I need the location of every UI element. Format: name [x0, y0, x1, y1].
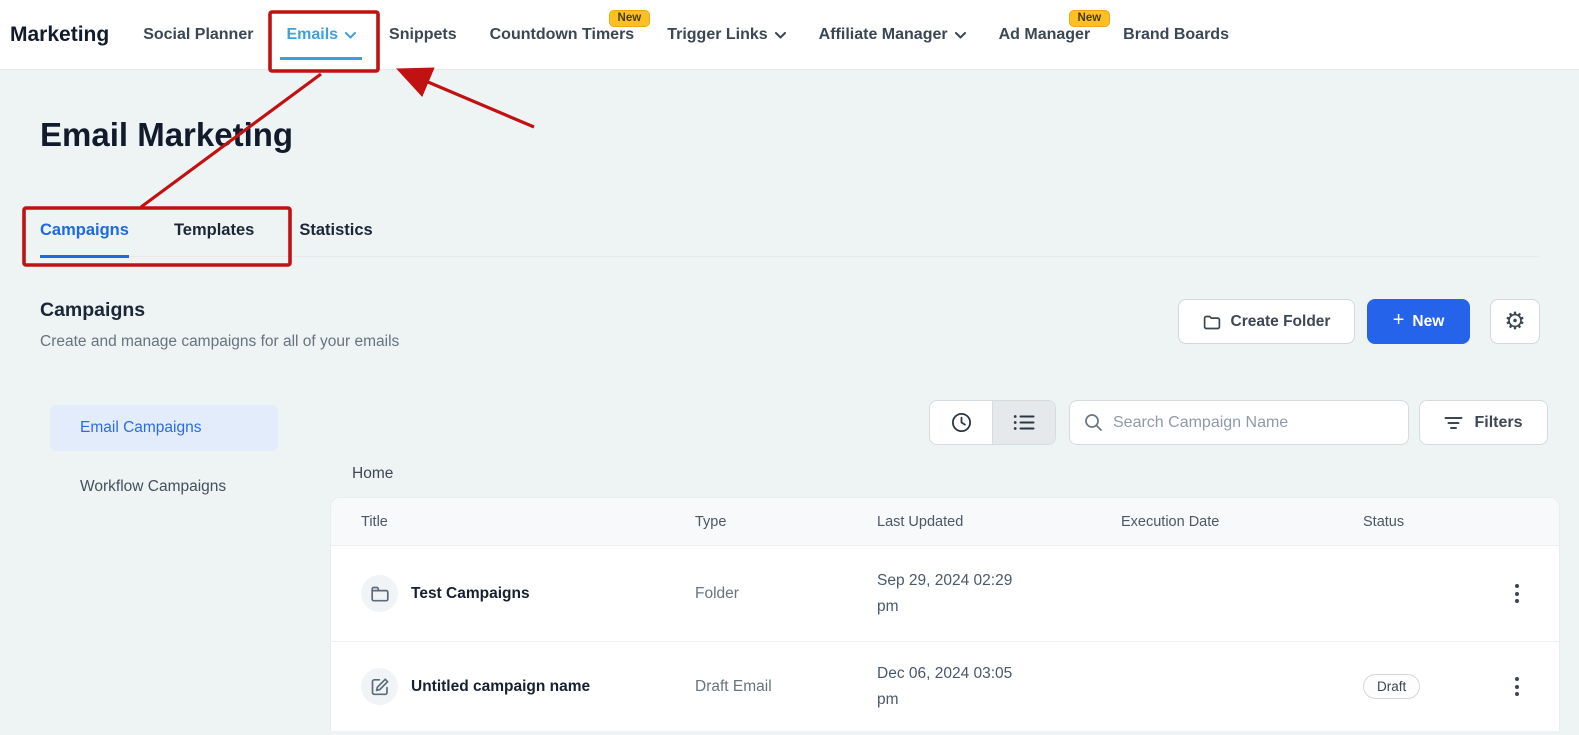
nav-label: Trigger Links	[667, 26, 767, 44]
new-badge: New	[609, 10, 651, 27]
nav-item-trigger-links[interactable]: Trigger Links	[667, 26, 785, 44]
nav-item-brand-boards[interactable]: Brand Boards	[1123, 26, 1229, 44]
status-badge: Draft	[1363, 674, 1420, 699]
clock-view-button[interactable]	[930, 401, 992, 444]
nav-item-snippets[interactable]: Snippets	[389, 26, 457, 44]
new-badge: New	[1069, 10, 1111, 27]
row-status: Draft	[1333, 674, 1463, 699]
column-header-title: Title	[331, 514, 665, 530]
row-actions-menu[interactable]	[1509, 578, 1525, 609]
campaigns-table: Title Type Last Updated Execution Date S…	[330, 497, 1560, 731]
row-type: Draft Email	[665, 678, 847, 696]
chevron-down-icon	[345, 32, 356, 39]
nav-label: Emails	[286, 26, 338, 44]
tab-bar: Campaigns Templates Statistics	[40, 205, 1539, 257]
email-marketing-page: Marketing Social Planner Emails Snippets…	[0, 0, 1579, 735]
row-title: Test Campaigns	[411, 585, 530, 603]
nav-item-affiliate-manager[interactable]: Affiliate Manager	[819, 26, 966, 44]
search-input[interactable]	[1113, 414, 1394, 432]
new-button[interactable]: + New	[1367, 299, 1470, 344]
tab-campaigns[interactable]: Campaigns	[40, 205, 129, 256]
folder-icon	[361, 575, 398, 612]
annotation-arrow	[402, 71, 534, 127]
nav-item-social-planner[interactable]: Social Planner	[143, 26, 253, 44]
new-button-label: New	[1412, 313, 1444, 331]
top-navigation: Marketing Social Planner Emails Snippets…	[0, 0, 1579, 70]
filters-button[interactable]: Filters	[1419, 400, 1548, 445]
list-icon	[1013, 413, 1036, 432]
row-type: Folder	[665, 585, 847, 603]
row-title: Untitled campaign name	[411, 678, 590, 696]
nav-label: Snippets	[389, 26, 457, 44]
sidebar-item-email-campaigns[interactable]: Email Campaigns	[50, 405, 278, 451]
clock-icon	[950, 411, 973, 434]
breadcrumb[interactable]: Home	[352, 465, 393, 483]
gear-icon: ⚙	[1504, 307, 1526, 336]
row-actions-menu[interactable]	[1509, 671, 1525, 702]
sidebar-item-workflow-campaigns[interactable]: Workflow Campaigns	[50, 464, 278, 510]
list-view-button[interactable]	[992, 401, 1055, 444]
table-row-test-campaigns[interactable]: Test Campaigns Folder Sep 29, 2024 02:29…	[331, 546, 1559, 641]
section-title: Campaigns	[40, 299, 145, 322]
page-title: Email Marketing	[40, 116, 293, 154]
chevron-down-icon	[775, 32, 786, 39]
nav-item-emails[interactable]: Emails	[286, 26, 356, 44]
nav-label: Social Planner	[143, 26, 253, 44]
tab-templates[interactable]: Templates	[174, 205, 254, 256]
tab-statistics[interactable]: Statistics	[299, 205, 372, 256]
sidebar-item-label: Workflow Campaigns	[80, 478, 226, 496]
search-box	[1069, 400, 1409, 445]
chevron-down-icon	[955, 32, 966, 39]
filters-label: Filters	[1474, 414, 1522, 432]
nav-item-ad-manager[interactable]: Ad Manager New	[999, 26, 1091, 44]
create-folder-button[interactable]: Create Folder	[1178, 299, 1355, 344]
table-row-untitled-campaign[interactable]: Untitled campaign name Draft Email Dec 0…	[331, 641, 1559, 731]
sidebar-item-label: Email Campaigns	[80, 419, 201, 437]
brand-title: Marketing	[10, 23, 109, 47]
nav-label: Ad Manager	[999, 26, 1091, 44]
nav-item-countdown-timers[interactable]: Countdown Timers New	[490, 26, 635, 44]
view-toggle-group	[929, 400, 1056, 445]
settings-button[interactable]: ⚙	[1490, 299, 1540, 344]
column-header-last-updated: Last Updated	[847, 514, 1091, 530]
column-header-status: Status	[1333, 514, 1463, 530]
nav-label: Countdown Timers	[490, 26, 635, 44]
create-folder-label: Create Folder	[1231, 313, 1331, 331]
folder-icon	[1203, 314, 1221, 330]
row-last-updated: Dec 06, 2024 03:05 pm	[847, 661, 1025, 712]
table-header-row: Title Type Last Updated Execution Date S…	[331, 498, 1559, 546]
column-header-type: Type	[665, 514, 847, 530]
nav-label: Affiliate Manager	[819, 26, 948, 44]
column-header-execution-date: Execution Date	[1091, 514, 1333, 530]
row-last-updated: Sep 29, 2024 02:29 pm	[847, 568, 1025, 619]
plus-icon: +	[1393, 309, 1405, 332]
edit-icon	[361, 668, 398, 705]
search-icon	[1084, 413, 1103, 432]
section-subtitle: Create and manage campaigns for all of y…	[40, 333, 399, 351]
filter-lines-icon	[1444, 416, 1463, 430]
nav-label: Brand Boards	[1123, 26, 1229, 44]
